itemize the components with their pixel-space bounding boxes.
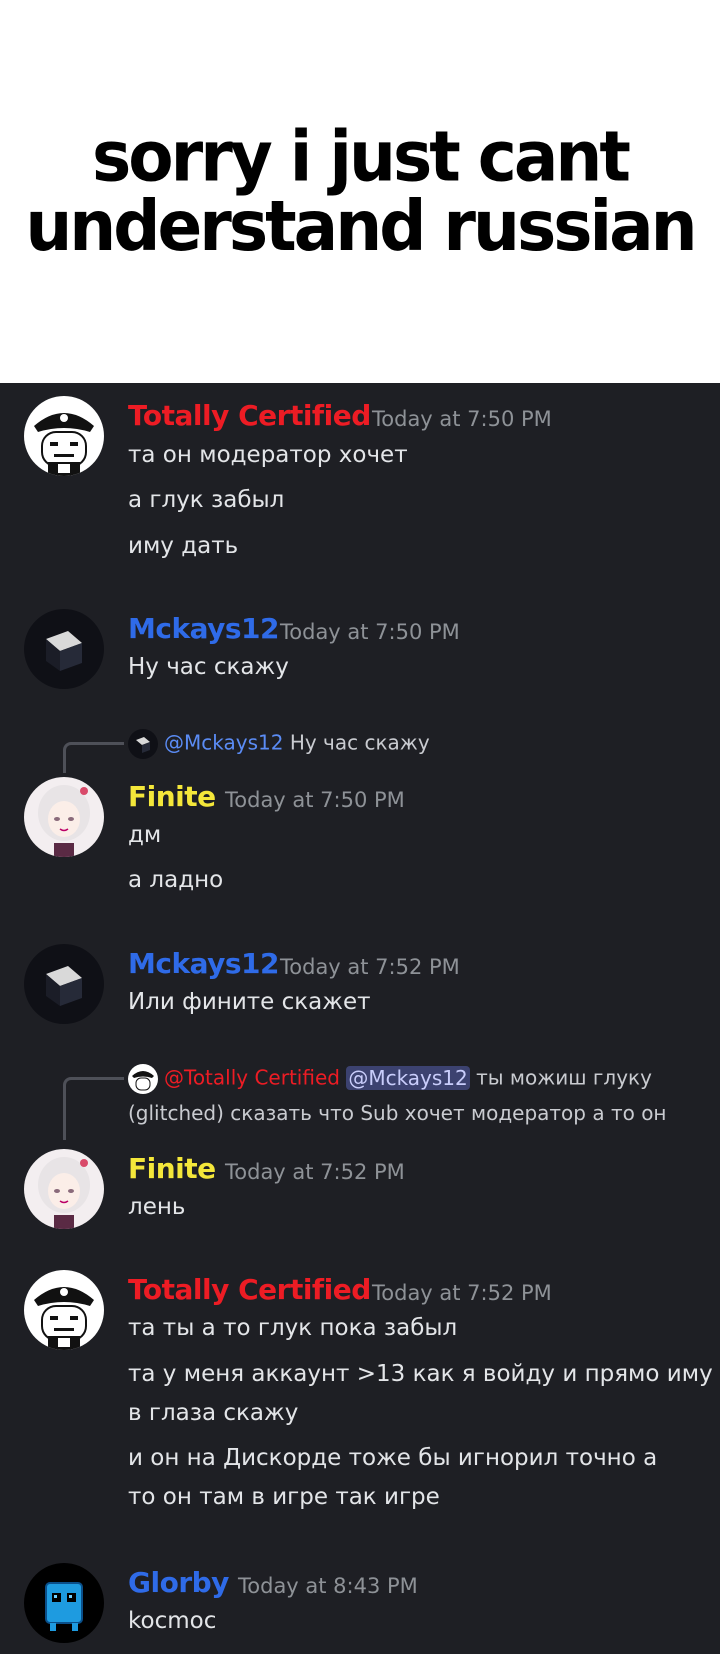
- anime-avatar-icon: [24, 777, 104, 857]
- timestamp: Today at 7:50 PM: [372, 407, 552, 431]
- timestamp: Today at 7:52 PM: [280, 955, 460, 979]
- avatar-finite[interactable]: [24, 1149, 104, 1229]
- reply-preview[interactable]: @Totally Certified @Mckays12 ты можиш гл…: [128, 1064, 652, 1094]
- avatar-finite[interactable]: [24, 777, 104, 857]
- author-name[interactable]: Totally Certified: [128, 1273, 371, 1306]
- meme-caption-area: sorry i just cant understand russian: [0, 0, 720, 383]
- reply-text: Ну час скажу: [289, 730, 430, 755]
- pirate-avatar-icon: [24, 396, 104, 476]
- pirate-avatar-icon: [24, 1270, 104, 1350]
- pixel-creature-avatar-icon: [24, 1563, 104, 1643]
- timestamp: Today at 8:43 PM: [238, 1574, 418, 1598]
- meme-caption: sorry i just cant understand russian: [0, 116, 720, 267]
- message-text: лень: [128, 1194, 186, 1220]
- author-name[interactable]: Finite: [128, 1152, 216, 1185]
- message-text: а глук забыл: [128, 487, 285, 513]
- timestamp: Today at 7:50 PM: [280, 620, 460, 644]
- author-name[interactable]: Finite: [128, 780, 216, 813]
- message-text: в глаза скажу: [128, 1400, 299, 1426]
- message-text: дм: [128, 822, 162, 848]
- author-name[interactable]: Totally Certified: [128, 399, 371, 432]
- reply-mention-2[interactable]: @Mckays12: [346, 1065, 470, 1090]
- message-text: а ладно: [128, 867, 224, 893]
- meme-caption-line-2: understand russian: [25, 185, 697, 267]
- message-text: то он там в игре так игре: [128, 1484, 440, 1510]
- message-text: Или фините скажет: [128, 989, 371, 1015]
- message-text: та у меня аккаунт >13 как я войду и прям…: [128, 1361, 713, 1387]
- avatar-mckays12[interactable]: [24, 609, 104, 689]
- reply-avatar-icon: [128, 1064, 158, 1094]
- timestamp: Today at 7:52 PM: [225, 1160, 405, 1184]
- author-name[interactable]: Glorby: [128, 1566, 229, 1599]
- timestamp: Today at 7:52 PM: [372, 1281, 552, 1305]
- reply-text-continued: (glitched) сказать что Sub хочет модерат…: [128, 1101, 667, 1125]
- avatar-totally-certified[interactable]: [24, 1270, 104, 1350]
- meme-caption-line-1: sorry i just cant: [92, 116, 631, 198]
- message-text: и он на Дискорде тоже бы игнорил точно а: [128, 1445, 658, 1471]
- avatar-mckays12[interactable]: [24, 944, 104, 1024]
- reply-spine: [63, 742, 124, 773]
- anime-avatar-icon: [24, 1149, 104, 1229]
- chat-log: Totally Certified Today at 7:50 PM та он…: [0, 383, 720, 1654]
- message-text: иму дать: [128, 533, 239, 559]
- reply-text: ты можиш глуку: [476, 1065, 652, 1090]
- message-text: та он модератор хочет: [128, 442, 408, 468]
- reply-avatar-icon: [128, 729, 158, 759]
- avatar-totally-certified[interactable]: [24, 396, 104, 476]
- timestamp: Today at 7:50 PM: [225, 788, 405, 812]
- avatar-glorby[interactable]: [24, 1563, 104, 1643]
- author-name[interactable]: Mckays12: [128, 612, 280, 645]
- message-text: Ну час скажу: [128, 654, 289, 680]
- cube-avatar-icon: [24, 944, 104, 1024]
- reply-mention[interactable]: @Totally Certified: [164, 1066, 340, 1090]
- author-name[interactable]: Mckays12: [128, 947, 280, 980]
- reply-spine: [63, 1077, 124, 1140]
- message-text: kocmoc: [128, 1608, 217, 1634]
- message-text: та ты а то глук пока забыл: [128, 1315, 458, 1341]
- cube-avatar-icon: [24, 609, 104, 689]
- reply-preview[interactable]: @Mckays12 Ну час скажу: [128, 729, 430, 759]
- reply-mention[interactable]: @Mckays12: [164, 731, 283, 755]
